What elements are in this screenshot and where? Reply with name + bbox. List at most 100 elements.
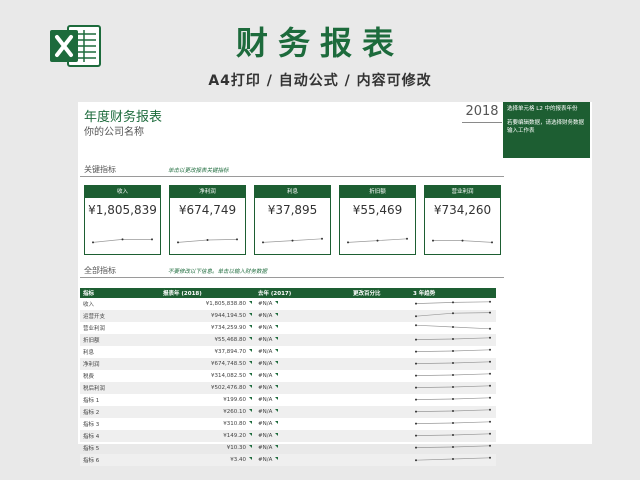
- trend-point: [415, 324, 417, 327]
- previous-year-value[interactable]: #N/A: [255, 430, 350, 442]
- comment-marker-icon: [275, 421, 279, 424]
- current-year-value[interactable]: ¥149.20: [160, 430, 255, 442]
- current-year-value[interactable]: ¥502,476.80: [160, 382, 255, 394]
- comment-marker-icon: [249, 385, 252, 388]
- percent-change[interactable]: [350, 322, 410, 334]
- table-row[interactable]: 营业利润 ¥734,259.90 #N/A: [80, 322, 496, 334]
- previous-year-value[interactable]: #N/A: [255, 334, 350, 346]
- metric-label: 净利润: [80, 358, 160, 370]
- table-row[interactable]: 折旧额 ¥55,468.80 #N/A: [80, 334, 496, 346]
- kpi-sparkline: [432, 239, 493, 244]
- banner: 财务报表 A4打印 / 自动公式 / 内容可修改: [0, 0, 640, 100]
- trend-cell: [410, 346, 496, 358]
- previous-year-value[interactable]: #N/A: [255, 442, 350, 454]
- comment-marker-icon: [249, 349, 252, 352]
- current-year-value[interactable]: ¥734,259.90: [160, 322, 255, 334]
- column-header: 更改百分比: [350, 288, 410, 298]
- percent-change[interactable]: [350, 442, 410, 454]
- trend-point: [489, 336, 491, 339]
- table-row[interactable]: 指标 5 ¥10.30 #N/A: [80, 442, 496, 454]
- table-row[interactable]: 收入 ¥1,805,838.80 #N/A: [80, 298, 496, 310]
- kpi-card[interactable]: 利息 ¥37,895: [254, 185, 331, 255]
- percent-change[interactable]: [350, 334, 410, 346]
- percent-change[interactable]: [350, 298, 410, 310]
- table-row[interactable]: 税费 ¥314,082.50 #N/A: [80, 370, 496, 382]
- kpi-value: ¥1,805,839: [88, 203, 157, 217]
- trend-cell: [410, 394, 496, 406]
- previous-year-value[interactable]: #N/A: [255, 298, 350, 310]
- row-sparkline: [415, 444, 491, 449]
- table-row[interactable]: 利息 ¥37,894.70 #N/A: [80, 346, 496, 358]
- cell-value: ¥149.20: [223, 433, 246, 439]
- kpi-card[interactable]: 折旧额 ¥55,469: [339, 185, 416, 255]
- metrics-table: 指标 报表年 (2018) 去年 (2017) 更改百分比 3 年趋势 收入 ¥1…: [80, 288, 496, 466]
- previous-year-value[interactable]: #N/A: [255, 406, 350, 418]
- trend-point: [415, 434, 417, 437]
- current-year-value[interactable]: ¥944,194.50: [160, 310, 255, 322]
- percent-change[interactable]: [350, 406, 410, 418]
- metric-label: 指标 6: [80, 454, 160, 466]
- report-year[interactable]: 2018: [462, 104, 502, 119]
- table-row[interactable]: 运营开支 ¥944,194.50 #N/A: [80, 310, 496, 322]
- trend-cell: [410, 310, 496, 322]
- previous-year-value[interactable]: #N/A: [255, 346, 350, 358]
- row-sparkline: [415, 372, 491, 377]
- table-row[interactable]: 指标 3 ¥310.80 #N/A: [80, 418, 496, 430]
- current-year-value[interactable]: ¥3.40: [160, 454, 255, 466]
- row-sparkline: [415, 348, 491, 353]
- cell-value: ¥3.40: [230, 457, 246, 463]
- percent-change[interactable]: [350, 454, 410, 466]
- comment-marker-icon: [275, 361, 279, 364]
- percent-change[interactable]: [350, 382, 410, 394]
- percent-change[interactable]: [350, 358, 410, 370]
- table-row[interactable]: 指标 1 ¥199.60 #N/A: [80, 394, 496, 406]
- previous-year-value[interactable]: #N/A: [255, 382, 350, 394]
- current-year-value[interactable]: ¥310.80: [160, 418, 255, 430]
- table-row[interactable]: 指标 2 ¥260.10 #N/A: [80, 406, 496, 418]
- comment-marker-icon: [275, 349, 279, 352]
- row-sparkline: [415, 311, 491, 318]
- percent-change[interactable]: [350, 418, 410, 430]
- table-row[interactable]: 指标 6 ¥3.40 #N/A: [80, 454, 496, 466]
- percent-change[interactable]: [350, 370, 410, 382]
- trend-point: [415, 350, 417, 353]
- metric-label: 利息: [83, 350, 95, 356]
- kpi-card[interactable]: 净利润 ¥674,749: [169, 185, 246, 255]
- percent-change[interactable]: [350, 394, 410, 406]
- previous-year-value[interactable]: #N/A: [255, 418, 350, 430]
- instruction-note: 选择单元格 L2 中的报表年份 若要编辑数据，请选择财务数据输入工作表: [503, 102, 590, 158]
- kpi-card[interactable]: 收入 ¥1,805,839: [84, 185, 161, 255]
- percent-change[interactable]: [350, 346, 410, 358]
- row-sparkline: [415, 300, 491, 305]
- row-sparkline: [415, 324, 491, 330]
- table-row[interactable]: 净利润 ¥674,748.50 #N/A: [80, 358, 496, 370]
- previous-year-value[interactable]: #N/A: [255, 310, 350, 322]
- previous-year-value[interactable]: #N/A: [255, 322, 350, 334]
- percent-change[interactable]: [350, 430, 410, 442]
- percent-change[interactable]: [350, 310, 410, 322]
- metric-label: 运营开支: [80, 310, 160, 322]
- previous-year-value[interactable]: #N/A: [255, 370, 350, 382]
- previous-year-value[interactable]: #N/A: [255, 394, 350, 406]
- table-row[interactable]: 指标 4 ¥149.20 #N/A: [80, 430, 496, 442]
- trend-cell: [410, 430, 496, 442]
- metric-label: 收入: [83, 302, 95, 308]
- current-year-value[interactable]: ¥55,468.80: [160, 334, 255, 346]
- previous-year-value[interactable]: #N/A: [255, 454, 350, 466]
- current-year-value[interactable]: ¥674,748.50: [160, 358, 255, 370]
- table-row[interactable]: 税后利润 ¥502,476.80 #N/A: [80, 382, 496, 394]
- current-year-value[interactable]: ¥314,082.50: [160, 370, 255, 382]
- previous-year-value[interactable]: #N/A: [255, 358, 350, 370]
- kpi-card[interactable]: 营业利润 ¥734,260: [424, 185, 501, 255]
- all-section-label: 全部指标: [84, 266, 116, 275]
- comment-marker-icon: [249, 457, 252, 460]
- current-year-value[interactable]: ¥1,805,838.80: [160, 298, 255, 310]
- trend-point: [415, 374, 417, 377]
- current-year-value[interactable]: ¥10.30: [160, 442, 255, 454]
- current-year-value[interactable]: ¥37,894.70: [160, 346, 255, 358]
- current-year-value[interactable]: ¥199.60: [160, 394, 255, 406]
- current-year-value[interactable]: ¥260.10: [160, 406, 255, 418]
- divider: [80, 176, 504, 177]
- cell-value: #N/A: [258, 301, 273, 307]
- trend-point: [452, 338, 454, 340]
